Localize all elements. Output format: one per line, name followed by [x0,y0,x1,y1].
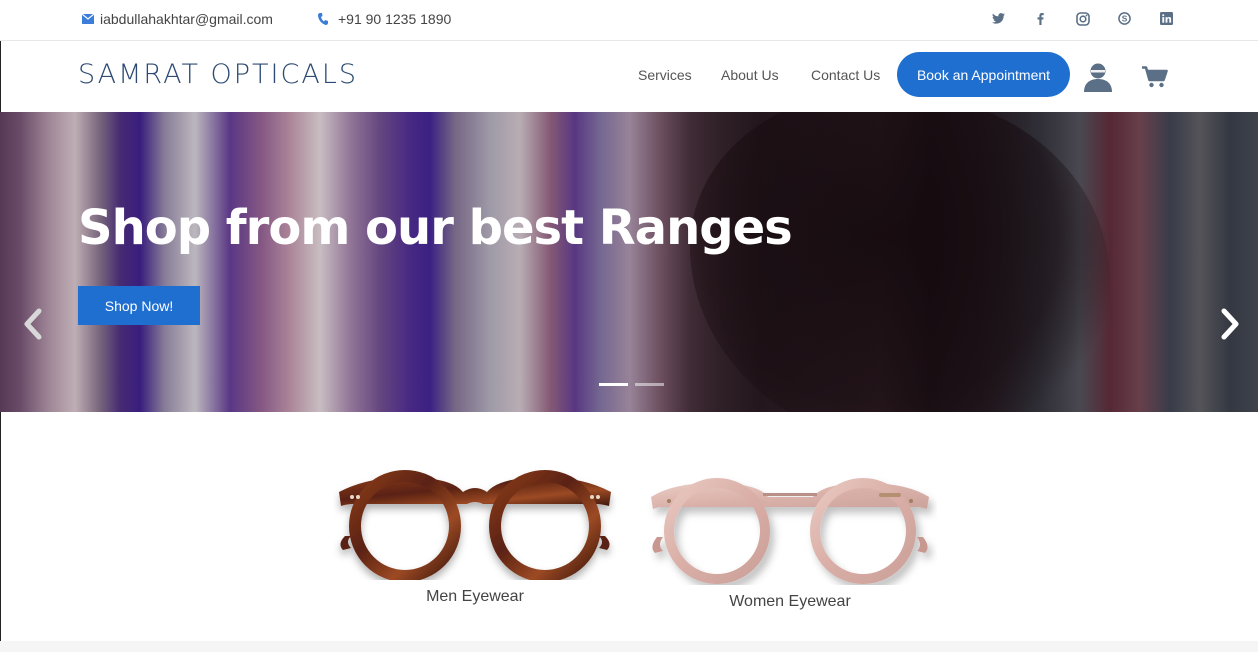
svg-text:S: S [1122,13,1128,23]
women-glasses-image [651,478,929,584]
hero-title: Shop from our best Ranges [78,200,793,256]
site-header: SAMRAT OPTICALS Services About Us Contac… [0,42,1258,112]
slide-indicator-2[interactable] [635,383,664,386]
nav-about-us[interactable]: About Us [721,67,779,83]
email-contact[interactable]: iabdullahakhtar@gmail.com [82,11,273,27]
nav-contact-us[interactable]: Contact Us [811,67,880,83]
user-account-icon[interactable] [1083,62,1113,97]
mail-icon [82,14,94,24]
slide-indicators [599,383,671,386]
phone-contact[interactable]: +91 90 1235 1890 [318,11,451,27]
email-text: iabdullahakhtar@gmail.com [100,11,273,27]
product-label: Women Eyewear [729,593,851,610]
product-women-eyewear[interactable]: Women Eyewear [640,475,940,611]
twitter-icon[interactable] [991,11,1006,26]
phone-icon [318,13,328,25]
top-bar: iabdullahakhtar@gmail.com +91 90 1235 18… [0,0,1258,41]
skype-icon[interactable]: S [1117,11,1132,26]
chevron-right-icon[interactable] [1219,308,1241,345]
men-glasses-image [339,470,611,580]
slide-indicator-1[interactable] [599,383,628,386]
facebook-icon[interactable] [1033,11,1048,26]
chevron-left-icon[interactable] [22,308,44,345]
book-appointment-button[interactable]: Book an Appointment [897,52,1070,97]
instagram-icon[interactable] [1075,11,1090,26]
linkedin-icon[interactable] [1159,11,1174,26]
section-divider [0,641,1258,652]
product-men-eyewear[interactable]: Men Eyewear [330,470,620,606]
shopping-cart-icon[interactable] [1142,66,1168,93]
nav-services[interactable]: Services [638,67,692,83]
shop-now-button[interactable]: Shop Now! [78,286,200,325]
site-logo[interactable]: SAMRAT OPTICALS [78,59,358,90]
product-label: Men Eyewear [426,588,524,605]
social-links: S [964,11,1174,26]
phone-text: +91 90 1235 1890 [338,11,452,27]
hero-slider: Shop from our best Ranges Shop Now! [0,112,1258,412]
